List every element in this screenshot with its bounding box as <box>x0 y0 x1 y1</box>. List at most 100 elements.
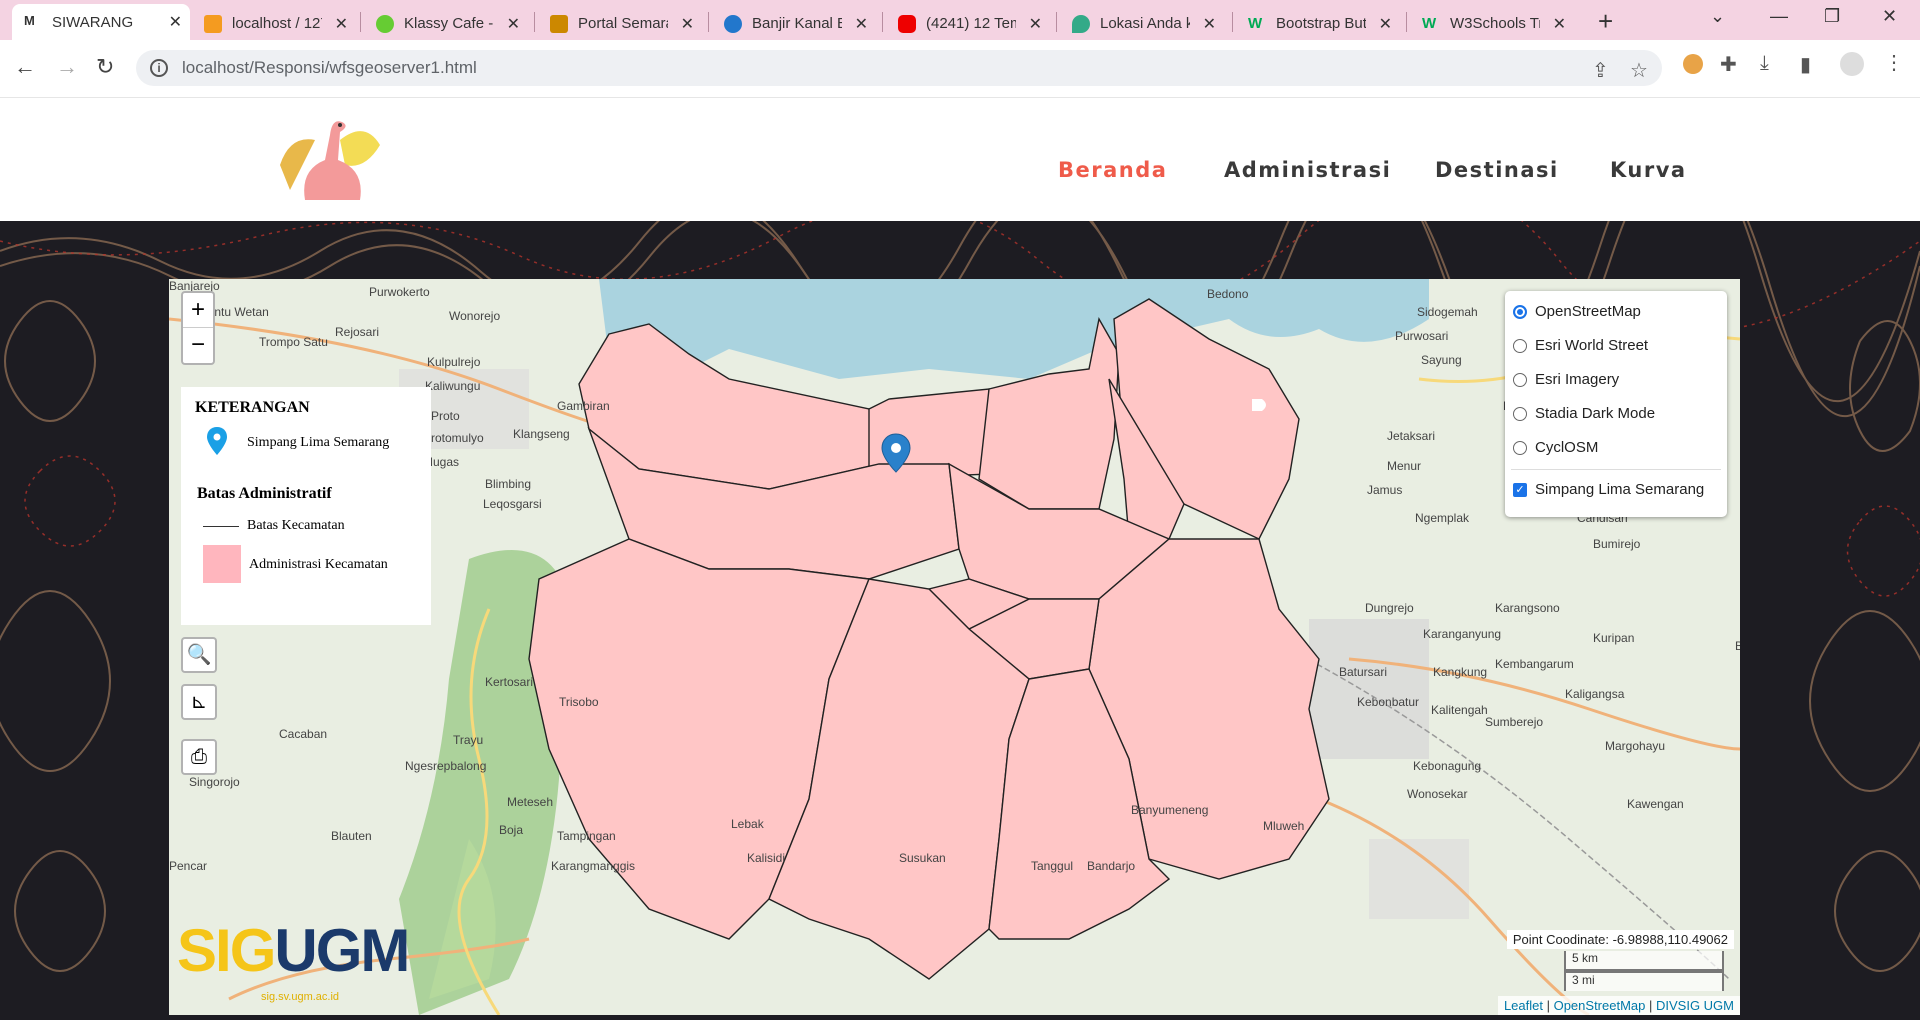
place-label: Wonorejo <box>449 309 501 323</box>
layer-esri-world-street[interactable]: Esri World Street <box>1513 337 1648 354</box>
radio-icon[interactable] <box>1513 338 1527 353</box>
place-label: Blauten <box>331 829 372 843</box>
new-tab-plus-icon[interactable]: + <box>1598 6 1613 37</box>
tab-maps[interactable]: Lokasi Anda kini ✕ <box>1060 7 1224 40</box>
close-icon[interactable]: ✕ <box>681 14 694 34</box>
leaflet-map[interactable]: Purwokerto Kalibuntu Wetan Wonorejo Rejosar… <box>169 279 1740 1015</box>
extensions-puzzle-icon[interactable]: ✚ <box>1720 52 1737 77</box>
place-label: Karangmanggis <box>551 859 636 873</box>
close-icon[interactable]: ✕ <box>855 14 868 34</box>
osm-link[interactable]: OpenStreetMap <box>1554 998 1646 1013</box>
bookmark-star-icon[interactable]: ☆ <box>1630 58 1648 83</box>
close-icon[interactable]: ✕ <box>169 12 182 32</box>
place-label: Pencar <box>169 859 208 873</box>
zoom-out-button[interactable]: − <box>183 328 213 363</box>
tab-w3schools[interactable]: W W3Schools Tryit ✕ <box>1410 7 1574 40</box>
tab-portal-semarang[interactable]: Portal Semarang ✕ <box>538 7 702 40</box>
menu-kebab-icon[interactable]: ⋮ <box>1884 50 1904 75</box>
radio-icon[interactable] <box>1513 406 1527 421</box>
forward-arrow-icon[interactable]: → <box>56 54 78 80</box>
browser-toolbar: ← → ↻ i localhost/Responsi/wfsgeoserver1… <box>0 40 1920 98</box>
tab-youtube[interactable]: (4241) 12 Tempat ✕ <box>886 7 1050 40</box>
close-icon[interactable]: ✕ <box>1029 14 1042 34</box>
place-label: Margohayu <box>1605 739 1666 753</box>
print-icon[interactable]: ⎙ <box>181 739 217 775</box>
close-icon[interactable]: ✕ <box>1379 14 1392 34</box>
layer-control: OpenStreetMap Esri World Street Esri Ima… <box>1505 291 1727 517</box>
dino-logo-icon[interactable] <box>270 110 390 210</box>
place-label: Jamus <box>1367 483 1403 497</box>
tab-title: Portal Semarang <box>578 15 668 32</box>
place-label: Klangseng <box>513 427 570 441</box>
nav-destinasi[interactable]: Destinasi <box>1435 158 1559 182</box>
nav-beranda[interactable]: Beranda <box>1058 158 1167 182</box>
close-icon[interactable]: ✕ <box>335 14 348 34</box>
extension-cookie-icon[interactable] <box>1683 54 1703 74</box>
cafe-favicon-icon <box>376 14 394 33</box>
marker-pin-icon <box>207 427 227 455</box>
point-coordinate: Point Coodinate: -6.98988,110.49062 <box>1506 930 1734 949</box>
place-label: Purwokerto <box>369 285 430 299</box>
divsig-link[interactable]: DIVSIG UGM <box>1656 998 1734 1013</box>
layer-cyclosm[interactable]: CyclOSM <box>1513 439 1598 456</box>
radio-icon[interactable] <box>1513 372 1527 387</box>
place-label: Trayu <box>453 733 484 747</box>
tab-phpmyadmin[interactable]: localhost / 127.0.0.1 ✕ <box>192 7 356 40</box>
reload-icon[interactable]: ↻ <box>96 54 114 80</box>
url-text: localhost/Responsi/wfsgeoserver1.html <box>182 58 477 78</box>
overlay-simpang-lima[interactable]: ✓ Simpang Lima Semarang <box>1513 481 1704 498</box>
address-bar[interactable]: i localhost/Responsi/wfsgeoserver1.html … <box>136 50 1662 86</box>
place-label: Wonosekar <box>1407 787 1468 801</box>
place-label: Bumirejo <box>1593 537 1641 551</box>
place-label: Trompo Satu <box>259 335 328 349</box>
zoom-in-button[interactable]: + <box>183 293 213 328</box>
layer-openstreetmap[interactable]: OpenStreetMap <box>1513 303 1641 320</box>
site-info-icon[interactable]: i <box>150 59 168 77</box>
place-label: Karanganyung <box>1423 627 1502 641</box>
checkbox-checked-icon[interactable]: ✓ <box>1513 482 1527 497</box>
close-icon[interactable]: ✕ <box>1203 14 1216 34</box>
sig-subtitle: sig.sv.ugm.ac.id <box>261 991 340 1003</box>
tab-siwarang[interactable]: M SIWARANG ✕ <box>12 4 190 40</box>
place-label: Karangsono <box>1495 601 1560 615</box>
back-arrow-icon[interactable]: ← <box>14 54 36 80</box>
radio-checked-icon[interactable] <box>1513 304 1527 319</box>
close-window-icon[interactable]: ✕ <box>1882 6 1897 27</box>
place-label: Ngemplak <box>1415 511 1470 525</box>
close-icon[interactable]: ✕ <box>1553 14 1566 34</box>
layer-stadia-dark[interactable]: Stadia Dark Mode <box>1513 405 1655 422</box>
place-label: Blimbing <box>485 477 532 491</box>
overlay-label: Simpang Lima Semarang <box>1535 481 1705 498</box>
legend-line-label: Batas Kecamatan <box>247 518 345 533</box>
search-icon[interactable]: 🔍 <box>181 637 217 673</box>
place-label: Tanggul <box>1031 859 1074 873</box>
tab-bootstrap[interactable]: W Bootstrap Button ✕ <box>1236 7 1400 40</box>
profile-avatar-icon[interactable] <box>1840 52 1864 76</box>
close-icon[interactable]: ✕ <box>507 14 520 34</box>
place-label: Kalisidi <box>747 851 786 865</box>
place-label: Batursari <box>1339 665 1388 679</box>
w3schools-favicon-icon: W <box>1422 14 1437 32</box>
tab-title: Klassy Cafe - Resto <box>404 15 494 32</box>
tab-klassy-cafe[interactable]: Klassy Cafe - Resto ✕ <box>364 7 528 40</box>
nav-administrasi[interactable]: Administrasi <box>1224 158 1391 182</box>
place-label: Sayung <box>1421 353 1462 367</box>
nav-kurva[interactable]: Kurva <box>1610 158 1687 182</box>
measure-ruler-icon[interactable]: ⊾ <box>181 684 217 720</box>
tab-search-chevron-icon[interactable]: ⌄ <box>1710 6 1725 27</box>
minimize-icon[interactable]: — <box>1770 6 1788 27</box>
place-label: Protomulyo <box>423 431 484 445</box>
layer-esri-imagery[interactable]: Esri Imagery <box>1513 371 1619 388</box>
share-icon[interactable]: ⇪ <box>1592 58 1609 83</box>
radio-icon[interactable] <box>1513 440 1527 455</box>
layer-divider <box>1511 469 1721 470</box>
download-icon[interactable]: ⤓ <box>1760 52 1769 75</box>
restore-icon[interactable]: ❐ <box>1824 6 1840 27</box>
leaflet-link[interactable]: Leaflet <box>1504 998 1543 1013</box>
place-label: Trisobo <box>559 695 599 709</box>
tab-title: localhost / 127.0.0.1 <box>232 15 322 32</box>
tab-banjir-kanal[interactable]: Banjir Kanal Barat ✕ <box>712 7 876 40</box>
place-label: Kebonagung <box>1413 759 1482 773</box>
scale-km: 5 km <box>1564 951 1724 971</box>
side-panel-icon[interactable]: ▮ <box>1800 52 1811 77</box>
